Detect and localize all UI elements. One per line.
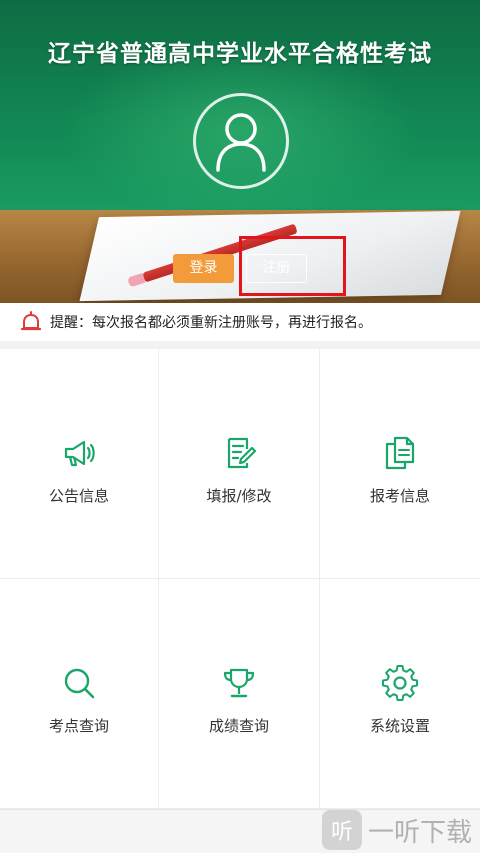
user-icon: [216, 113, 266, 172]
menu-item-announcements[interactable]: 公告信息: [0, 349, 159, 579]
menu-item-fill-edit[interactable]: 填报/修改: [159, 349, 320, 579]
menu-item-score-query[interactable]: 成绩查询: [159, 579, 320, 809]
documents-icon: [385, 436, 415, 470]
menu-item-label: 公告信息: [48, 487, 109, 505]
menu-item-label: 填报/修改: [206, 487, 272, 505]
watermark: 听 一听下载: [321, 810, 472, 850]
watermark-logo: 听: [321, 810, 362, 850]
megaphone-icon: [64, 440, 95, 467]
menu-item-exam-info[interactable]: 报考信息: [320, 349, 480, 579]
alarm-bell-icon: [20, 311, 42, 331]
notice-text: 提醒：每次报名都必须重新注册账号，再进行报名。: [50, 315, 372, 331]
menu-item-label: 系统设置: [369, 717, 430, 735]
login-button[interactable]: 登录: [173, 254, 234, 283]
app-title: 辽宁省普通高中学业水平合格性考试: [48, 41, 432, 67]
gear-icon: [382, 665, 418, 701]
avatar[interactable]: [193, 93, 289, 189]
edit-form-icon: [227, 437, 257, 469]
trophy-icon: [223, 668, 255, 698]
menu-grid: 公告信息 填报/修改 报考信息 考点查询 成绩查询 系统设置: [0, 349, 480, 809]
menu-item-exam-site-query[interactable]: 考点查询: [0, 579, 159, 809]
menu-item-label: 成绩查询: [208, 717, 269, 735]
search-icon: [64, 668, 95, 699]
menu-item-system-settings[interactable]: 系统设置: [320, 579, 480, 809]
register-highlight-box: [239, 236, 346, 296]
menu-item-label: 报考信息: [369, 487, 430, 505]
menu-item-label: 考点查询: [48, 717, 109, 735]
watermark-text: 一听下载: [367, 817, 472, 848]
notice-bar: 提醒：每次报名都必须重新注册账号，再进行报名。: [0, 303, 480, 341]
section-divider: [0, 341, 480, 349]
